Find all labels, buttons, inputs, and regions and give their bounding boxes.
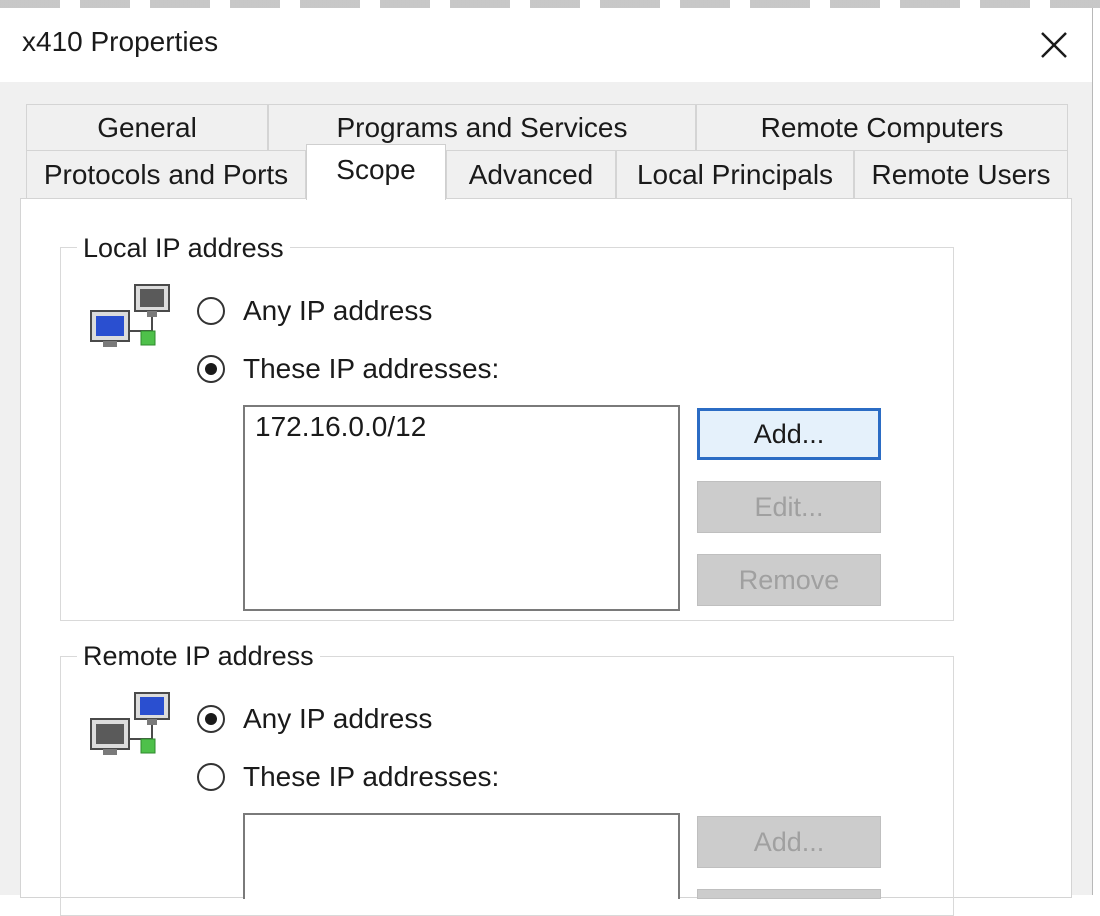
- local-remove-button[interactable]: Remove: [697, 554, 881, 606]
- remote-any-ip-label: Any IP address: [243, 703, 433, 734]
- tab-advanced[interactable]: Advanced: [446, 150, 616, 198]
- tab-label: General: [97, 111, 197, 143]
- remote-these-ip-label: These IP addresses:: [243, 761, 500, 792]
- tab-label: Programs and Services: [336, 111, 628, 143]
- remote-ip-group-label: Remote IP address: [77, 641, 320, 672]
- tab-general[interactable]: General: [26, 104, 268, 150]
- tab-remote-users[interactable]: Remote Users: [854, 150, 1068, 198]
- close-icon: [1041, 32, 1067, 58]
- local-edit-button[interactable]: Edit...: [697, 481, 881, 533]
- network-computers-icon: [90, 284, 170, 347]
- local-any-ip-label: Any IP address: [243, 295, 433, 326]
- local-these-ip-label: These IP addresses:: [243, 353, 500, 384]
- tab-label: Remote Computers: [760, 111, 1004, 143]
- tab-label: Advanced: [468, 158, 594, 190]
- button-label: Remove: [738, 564, 840, 595]
- local-ip-list[interactable]: 172.16.0.0/12: [243, 405, 680, 611]
- dialog-title: x410 Properties: [22, 26, 219, 57]
- tab-label: Protocols and Ports: [43, 158, 289, 190]
- scope-panel: Local IP address Any IP address These IP…: [20, 198, 1072, 916]
- remote-edit-button-partial[interactable]: [697, 889, 881, 899]
- local-these-ip-option[interactable]: These IP addresses:: [197, 349, 499, 389]
- remote-any-ip-option[interactable]: Any IP address: [197, 699, 432, 739]
- local-ip-group-label: Local IP address: [77, 233, 290, 264]
- remote-ip-list[interactable]: [243, 813, 680, 899]
- tab-label: Remote Users: [871, 158, 1051, 190]
- button-label: Edit...: [754, 491, 824, 522]
- tab-scope[interactable]: Scope: [306, 144, 446, 200]
- local-any-ip-radio[interactable]: [197, 297, 225, 325]
- properties-dialog: x410 Properties General Programs and Ser…: [0, 8, 1093, 916]
- remote-these-ip-option[interactable]: These IP addresses:: [197, 757, 499, 797]
- close-button[interactable]: [1022, 18, 1086, 72]
- button-label: Add...: [753, 418, 825, 449]
- tab-label: Scope: [336, 153, 416, 185]
- title-bar: x410 Properties: [0, 8, 1092, 82]
- remote-add-button[interactable]: Add...: [697, 816, 881, 868]
- button-label: Add...: [753, 826, 825, 857]
- remote-these-ip-radio[interactable]: [197, 763, 225, 791]
- tab-remote-computers[interactable]: Remote Computers: [696, 104, 1068, 150]
- tab-local-principals[interactable]: Local Principals: [616, 150, 854, 198]
- remote-any-ip-radio[interactable]: [197, 705, 225, 733]
- local-add-button[interactable]: Add...: [697, 408, 881, 460]
- network-computers-icon: [90, 692, 170, 755]
- local-these-ip-radio[interactable]: [197, 355, 225, 383]
- local-any-ip-option[interactable]: Any IP address: [197, 291, 432, 331]
- local-ip-list-item[interactable]: 172.16.0.0/12: [255, 411, 426, 443]
- background-window-strip: [0, 0, 1100, 8]
- tab-protocols-and-ports[interactable]: Protocols and Ports: [26, 150, 306, 198]
- tab-label: Local Principals: [636, 158, 834, 190]
